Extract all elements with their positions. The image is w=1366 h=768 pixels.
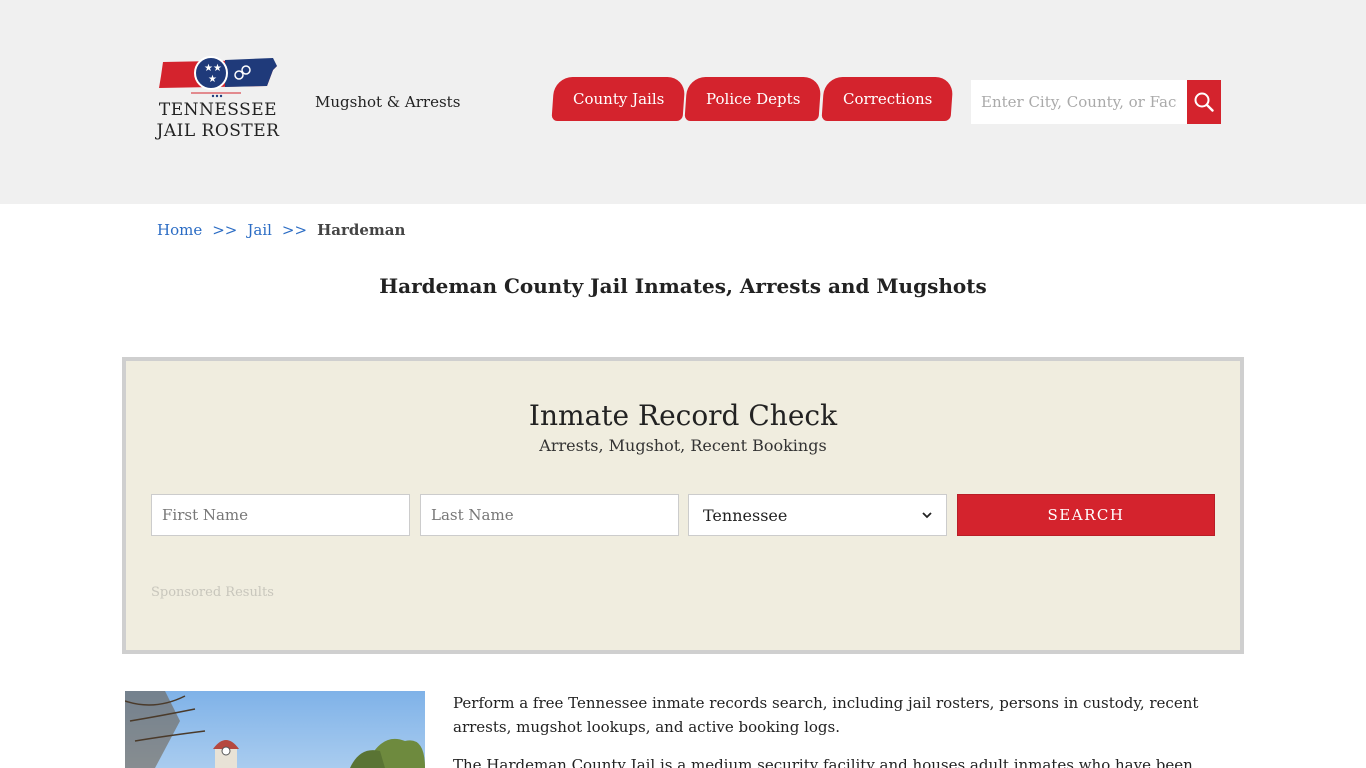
courthouse-photo (125, 691, 425, 768)
search-icon (1194, 92, 1214, 112)
svg-text:★: ★ (208, 74, 217, 85)
logo-line2: JAIL ROSTER (156, 121, 280, 141)
intro-paragraph: Perform a free Tennessee inmate records … (453, 694, 1199, 736)
site-logo[interactable]: ★ ★ ★ TENNESSEE JAIL ROSTER (155, 56, 281, 148)
site-search-button[interactable] (1187, 80, 1221, 124)
breadcrumb: Home >> Jail >> Hardeman (157, 221, 405, 239)
svg-text:★: ★ (204, 63, 213, 74)
state-select[interactable]: Tennessee (688, 494, 947, 536)
chevron-down-icon (922, 512, 932, 519)
intro-content: Perform a free Tennessee inmate records … (453, 691, 1213, 768)
nav-county-jails[interactable]: County Jails (551, 77, 686, 121)
breadcrumb-separator: >> (281, 221, 308, 239)
svg-text:★: ★ (213, 63, 222, 74)
state-select-value: Tennessee (703, 505, 788, 525)
record-check-title: Inmate Record Check (528, 399, 838, 432)
nav-police-depts[interactable]: Police Depts (684, 77, 823, 121)
nav-corrections-label: Corrections (842, 90, 933, 108)
breadcrumb-jail[interactable]: Jail (247, 221, 272, 239)
sponsored-results-label: Sponsored Results (151, 585, 274, 600)
logo-line1: TENNESSEE (158, 100, 278, 120)
main-nav: County Jails Police Depts Corrections (551, 77, 954, 121)
last-name-input[interactable] (420, 494, 679, 536)
nav-county-jails-label: County Jails (573, 90, 665, 108)
breadcrumb-home[interactable]: Home (157, 221, 202, 239)
nav-corrections[interactable]: Corrections (821, 77, 954, 121)
description-paragraph: The Hardeman County Jail is a medium sec… (453, 756, 1193, 768)
breadcrumb-current: Hardeman (317, 221, 406, 239)
first-name-input[interactable] (151, 494, 410, 536)
page-title: Hardeman County Jail Inmates, Arrests an… (379, 274, 987, 298)
site-tagline: Mugshot & Arrests (315, 93, 461, 111)
breadcrumb-separator: >> (212, 221, 238, 239)
site-search-input[interactable] (971, 80, 1187, 124)
tennessee-state-flag-logo: ★ ★ ★ (159, 56, 277, 98)
nav-police-depts-label: Police Depts (706, 90, 801, 108)
logo-text: TENNESSEE JAIL ROSTER (155, 100, 281, 142)
record-check-subtitle: Arrests, Mugshot, Recent Bookings (539, 436, 827, 455)
site-header: ★ ★ ★ TENNESSEE JAIL ROSTER Mugshot & Ar… (0, 0, 1366, 204)
record-search-button[interactable]: SEARCH (957, 494, 1215, 536)
site-search (971, 80, 1221, 124)
inmate-record-check: Inmate Record Check Arrests, Mugshot, Re… (122, 357, 1244, 654)
